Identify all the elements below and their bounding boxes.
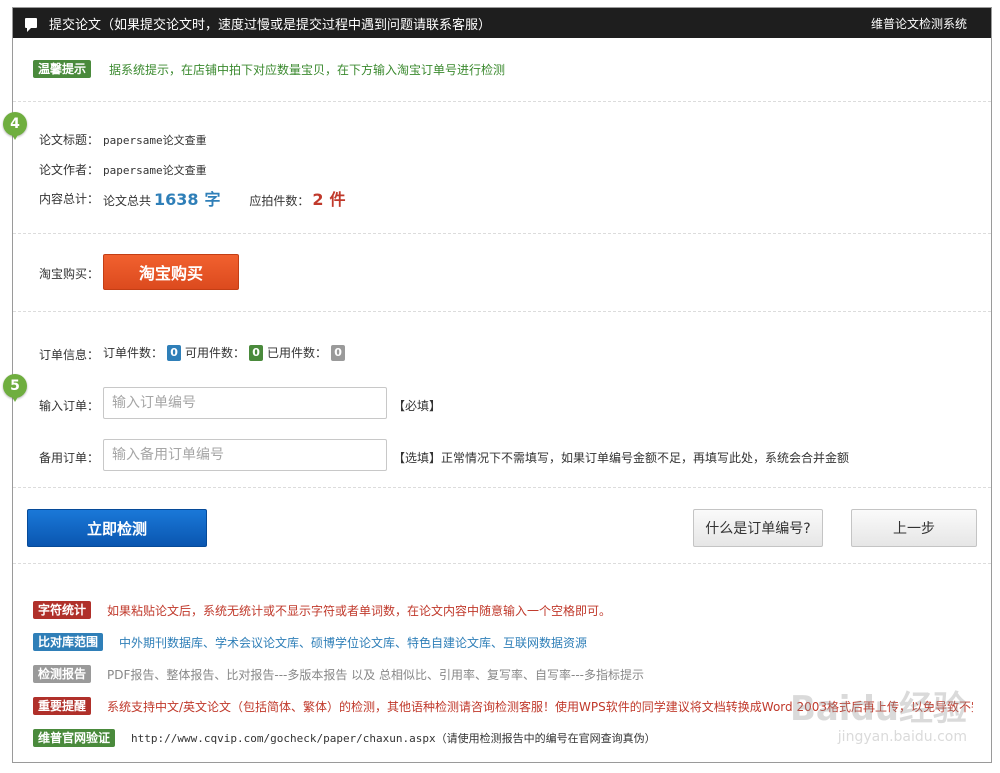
note-tag: 维普官网验证	[33, 729, 116, 747]
window-title: 提交论文（如果提交论文时，速度过慢或是提交过程中遇到问题请联系客服）	[49, 17, 492, 33]
submit-paper-window: 提交论文（如果提交论文时，速度过慢或是提交过程中遇到问题请联系客服） 维普论文检…	[3, 7, 992, 763]
available-count-label: 可用件数：	[185, 346, 246, 360]
tip-tag: 温馨提示	[33, 60, 92, 78]
order-count-badge: 0	[167, 344, 182, 361]
paper-title-label: 论文标题：	[39, 133, 100, 147]
char-unit: 字	[204, 190, 221, 209]
order-counts: 订单件数： 0 可用件数： 0 已用件数： 0	[103, 344, 349, 361]
paper-author-value: papersame论文查重	[103, 164, 207, 177]
baidu-watermark: Baidu经验 jingyan.baidu.com	[790, 692, 967, 744]
tip-text: 据系统提示，在店铺中拍下对应数量宝贝，在下方输入淘宝订单号进行检测	[109, 62, 506, 77]
taobao-buy-button[interactable]: 淘宝购买	[103, 254, 239, 290]
paper-title-value: papersame论文查重	[103, 134, 207, 147]
paper-author-label: 论文作者：	[39, 163, 100, 177]
content-total-value: 论文总共 1638 字 应拍件数： 2 件	[103, 186, 349, 210]
note-text: http://www.cqvip.com/gocheck/paper/chaxu…	[131, 732, 656, 745]
note-tag: 比对库范围	[33, 633, 104, 651]
watermark-main: Baidu经验	[789, 689, 967, 729]
title-bar: 提交论文（如果提交论文时，速度过慢或是提交过程中遇到问题请联系客服） 维普论文检…	[13, 8, 991, 38]
order-input-label: 输入订单：	[39, 399, 100, 413]
order-count-label: 订单件数：	[103, 346, 164, 360]
note-tag: 重要提醒	[33, 697, 92, 715]
chat-icon	[25, 18, 37, 32]
pieces-label: 应拍件数：	[249, 194, 310, 208]
pieces-count: 2	[312, 190, 324, 209]
order-section: 订单信息： 订单件数： 0 可用件数： 0 已用件数： 0 5 输入订单： 【必…	[3, 312, 991, 488]
paper-info-section: 4 论文标题： papersame论文查重 论文作者： papersame论文查…	[3, 102, 991, 234]
used-count-badge: 0	[331, 344, 346, 361]
tip-section: 温馨提示 据系统提示，在店铺中拍下对应数量宝贝，在下方输入淘宝订单号进行检测	[13, 38, 991, 102]
system-name: 维普论文检测系统	[870, 16, 967, 31]
order-number-input[interactable]	[103, 387, 387, 419]
note-text: 如果粘贴论文后，系统无统计或不显示字符或者单词数，在论文内容中随意输入一个空格即…	[107, 603, 612, 618]
step-5-badge: 5	[3, 374, 27, 402]
content-total-label: 内容总计：	[39, 192, 100, 206]
note-tag: 字符统计	[33, 601, 92, 619]
used-count-label: 已用件数：	[267, 346, 328, 360]
pieces-unit: 件	[329, 190, 346, 209]
order-required-hint: 【必填】	[393, 399, 442, 413]
note-tag: 检测报告	[33, 665, 92, 683]
note-text: 中外期刊数据库、学术会议论文库、硕博学位论文库、特色自建论文库、互联网数据资源	[119, 635, 588, 650]
note-text: PDF报告、整体报告、比对报告---多版本报告 以及 总相似比、引用率、复写率、…	[107, 667, 645, 682]
total-prefix: 论文总共	[103, 194, 152, 208]
watermark-sub: jingyan.baidu.com	[837, 729, 967, 745]
note-char-stat: 字符统计 如果粘贴论文后，系统无统计或不显示字符或者单词数，在论文内容中随意输入…	[33, 601, 611, 619]
note-report: 检测报告 PDF报告、整体报告、比对报告---多版本报告 以及 总相似比、引用率…	[33, 665, 644, 683]
purchase-label: 淘宝购买：	[39, 267, 100, 281]
char-count: 1638	[154, 190, 199, 209]
note-compare-scope: 比对库范围 中外期刊数据库、学术会议论文库、硕博学位论文库、特色自建论文库、互联…	[33, 633, 587, 651]
backup-order-hint: 【选填】正常情况下不需填写，如果订单编号金额不足，再填写此处，系统会合并金额	[393, 451, 850, 465]
backup-order-label: 备用订单：	[39, 451, 100, 465]
available-count-badge: 0	[249, 344, 264, 361]
note-verify: 维普官网验证 http://www.cqvip.com/gocheck/pape…	[33, 729, 656, 747]
order-info-label: 订单信息：	[39, 348, 100, 362]
backup-order-input[interactable]	[103, 439, 387, 471]
actions-section	[13, 488, 991, 564]
purchase-section: 淘宝购买： 淘宝购买	[13, 234, 991, 312]
step-4-badge: 4	[3, 112, 27, 140]
